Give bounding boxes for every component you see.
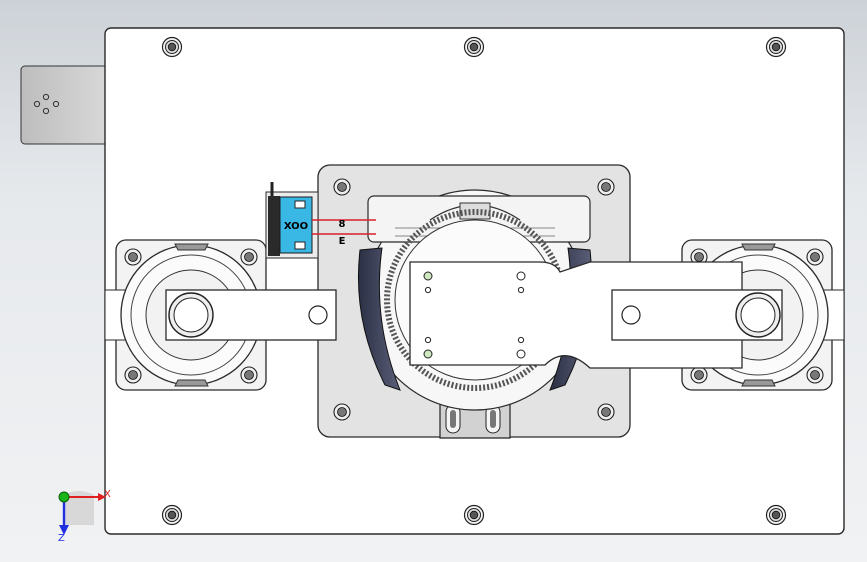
axis-z-label: Z	[58, 533, 65, 544]
side-tab	[20, 65, 112, 145]
beam-tag-bottom: E	[339, 236, 346, 247]
bolt-hole-icon	[463, 36, 485, 58]
bolt-hole-icon	[765, 504, 787, 526]
right-arm-link	[611, 289, 783, 341]
bolt-hole-icon	[161, 36, 183, 58]
bolt-hole-icon	[765, 36, 787, 58]
cad-drawing-view[interactable]: XOO 8 E X Z	[0, 0, 867, 562]
axis-x-label: X	[104, 489, 111, 500]
beam-tag-top: 8	[339, 219, 346, 230]
view-triad-icon[interactable]: X Z	[58, 489, 111, 544]
sensor-label: XOO	[284, 221, 308, 232]
bolt-hole-icon	[161, 504, 183, 526]
bolt-hole-icon	[463, 504, 485, 526]
